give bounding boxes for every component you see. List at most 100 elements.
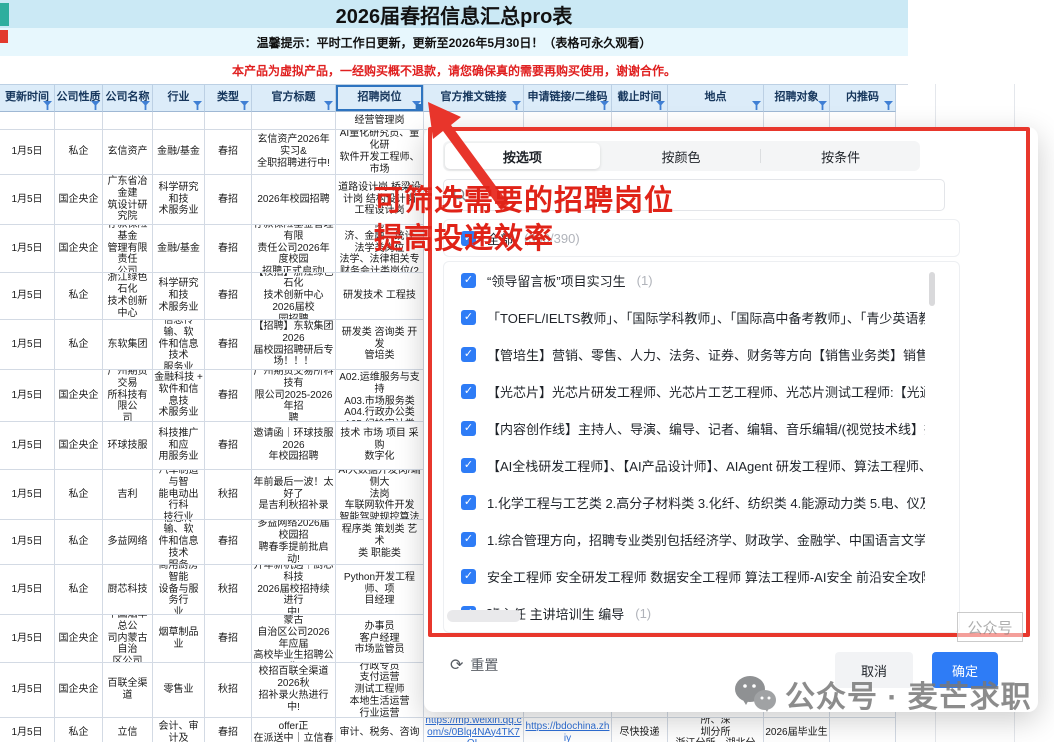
filter-icon[interactable] [43,101,52,110]
column-header-label: 申请链接/二维码 [527,91,608,104]
table-cell: 春招 [205,225,252,273]
item-checkbox[interactable]: ✓ [461,384,476,399]
table-cell: 2026届毕业生 [764,718,830,742]
filter-icon[interactable] [193,101,202,110]
cell-link[interactable]: https://mp.weixin.qq.com/s/0Blq4NAy4TK7O… [424,718,524,742]
item-label: 1.化学工程与工艺类 2.高分子材料类 3.化纤、纺织类 4.能源动力类 5.电… [487,496,925,511]
table-cell: 秋招 [205,663,252,718]
column-header-label: 行业 [167,91,190,104]
filter-item[interactable]: ✓ 1.化学工程与工艺类 2.高分子材料类 3.化纤、纺织类 4.能源动力类 5.… [444,484,959,521]
filter-icon[interactable] [752,101,761,110]
column-header-2[interactable]: 公司名称 [103,84,153,112]
cell-link[interactable]: https://bdochina.zhiy [524,718,612,742]
table-cell: 1月5日 [0,225,55,273]
item-label: 【AI全栈研发工程师】、【AI产品设计师】、AIAgent 研发工程师、算法工程… [487,459,925,474]
item-checkbox[interactable]: ✓ [461,421,476,436]
column-header-4[interactable]: 类型 [205,84,252,112]
table-cell: 立信 [103,718,153,742]
tip-bar: 温馨提示：平时工作日更新，更新至2026年5月30日！（表格可永久观看） [0,28,908,56]
tab-by-option[interactable]: 按选项 [445,143,600,169]
search-input[interactable] [474,186,935,204]
column-header-8[interactable]: 申请链接/二维码 [524,84,612,112]
column-header-7[interactable]: 官方推文链接 [424,84,524,112]
notice-text: 本产品为虚拟产品，一经购买概不退款，请您确保真的需要再购买使用，谢谢合作。 [231,63,676,78]
item-checkbox[interactable]: ✓ [461,458,476,473]
table-cell: 春招 [205,130,252,175]
filter-item[interactable]: ✓ 【管培生】营销、零售、人力、法务、证券、财务等方向【销售业务类】销售专员、采 [444,336,959,373]
table-cell: 1月5日 [0,130,55,175]
vertical-scrollbar[interactable] [929,272,935,306]
filter-search-box[interactable] [443,179,945,211]
filter-item[interactable]: ✓ 【AI全栈研发工程师】、【AI产品设计师】、AIAgent 研发工程师、算法工… [444,447,959,484]
table-cell: 广东省冶金建 筑设计研究院 [103,175,153,225]
filter-item[interactable]: ✓班主任 主讲培训生 编导(1) [444,595,959,632]
table-cell: 1月5日 [0,470,55,520]
column-header-3[interactable]: 行业 [153,84,205,112]
filter-item[interactable]: ✓ 「TOEFL/IELTS教师」、「国际学科教师」、「国际高中备考教师」、「青少… [444,299,959,336]
filter-icon[interactable] [240,101,249,110]
column-header-1[interactable]: 公司性质 [55,84,103,112]
item-label: 【光芯片】光芯片研发工程师、光芯片工艺工程师、光芯片测试工程师:【光通信】AI硅 [487,385,925,400]
horizontal-scrollbar[interactable] [447,610,521,622]
tip-text: 温馨提示：平时工作日更新，更新至2026年5月30日！（表格可永久观看） [256,35,652,50]
tab-by-condition[interactable]: 按条件 [763,143,918,169]
table-cell: 校招百联全渠道2026秋 招补录火热进行中! [252,663,336,718]
table-cell: 信息传输、软 件和信息技术 服务 [153,520,205,565]
item-checkbox[interactable]: ✓ [461,532,476,547]
filter-item[interactable]: ✓ 【光芯片】光芯片研发工程师、光芯片工艺工程师、光芯片测试工程师:【光通信】AI… [444,373,959,410]
select-all-checkbox[interactable]: ✓ [461,230,476,246]
watermark-badge: 公众号 [957,612,1023,642]
table-cell: 零售业 [153,663,205,718]
filter-icon[interactable] [656,101,665,110]
table-cell: 1月5日 [0,422,55,470]
item-checkbox[interactable]: ✓ [461,495,476,510]
table-cell: 私企 [55,470,103,520]
table-cell [252,112,336,130]
table-cell: 1月5日 [0,175,55,225]
active-filter-marker [416,104,423,111]
table-cell: 秋招 [205,470,252,520]
table-cell: 中国烟草总公司内蒙古 自治区公司2026年应届 高校毕业生招聘公告 [252,615,336,663]
table-cell: 科学研究和技 术服务业 [153,273,205,320]
column-header-10[interactable]: 地点 [668,84,764,112]
filter-icon[interactable] [884,101,893,110]
filter-icon[interactable] [512,101,521,110]
filter-item[interactable]: ✓ “领导留言板”项目实习生 (1) [444,262,959,299]
filter-icon[interactable] [141,101,150,110]
filter-icon[interactable] [324,101,333,110]
table-cell: 春招 [205,273,252,320]
table-cell: 叮咚！你的春招offer正 在派送中｜立信春季校 [252,718,336,742]
reset-button[interactable]: ⟳ 重置 [450,655,498,675]
column-header-0[interactable]: 更新时间 [0,84,55,112]
select-all-row[interactable]: ✓ 全部 (390/390) [443,219,960,257]
filter-icon[interactable] [91,101,100,110]
column-header-11[interactable]: 招聘对象 [764,84,830,112]
item-checkbox[interactable]: ✓ [461,273,476,288]
column-header-12[interactable]: 内推码 [830,84,896,112]
column-header-6[interactable]: 招聘岗位 [336,84,424,112]
table-cell: 研发技术 工程技 [336,273,424,320]
filter-icon[interactable] [818,101,827,110]
item-checkbox[interactable]: ✓ [461,347,476,362]
item-checkbox[interactable]: ✓ [461,569,476,584]
table-cell: 厨芯科技 [103,565,153,615]
filter-icon[interactable] [600,101,609,110]
table-cell: 经济金融及统计类岗 济、金融、统计 法学类岗位 法学、法律相关专 财务会计类岗位… [336,225,424,273]
table-cell: 金融/基金 [153,225,205,273]
column-header-5[interactable]: 官方标题 [252,84,336,112]
item-checkbox[interactable]: ✓ [461,310,476,325]
filter-item[interactable]: ✓ 1.综合管理方向，招聘专业类别包括经济学、财政学、金融学、中国语言文学、新闻传 [444,521,959,558]
table-cell: 会计、审计及 [153,718,205,742]
column-header-9[interactable]: 截止时间 [612,84,668,112]
table-cell: 私企 [55,130,103,175]
filter-item[interactable]: ✓ 安全工程师 安全研发工程师 数据安全工程师 算法工程师-AI安全 前沿安全攻防… [444,558,959,595]
filter-dialog: 按选项 按颜色 按条件 ✓ 全部 (390/390) ✓ “领导留言板”项目实习生… [424,127,1038,712]
table-cell: 广州期货交易 所科技有限公 司 [103,370,153,422]
filter-item[interactable]: ✓ 【内容创作线】主持人、导演、编导、记者、编辑、音乐编辑/(视觉技术线】摄影摄像 [444,410,959,447]
table-cell: 【校招】浙江绿色石化 技术创新中心2026届校 园招聘 [252,273,336,320]
confirm-button[interactable]: 确定 [932,652,998,688]
corner-marker-red [0,30,8,43]
tab-by-color[interactable]: 按颜色 [604,143,759,169]
table-cell: 吉利 [103,470,153,520]
cancel-button[interactable]: 取消 [835,652,913,688]
